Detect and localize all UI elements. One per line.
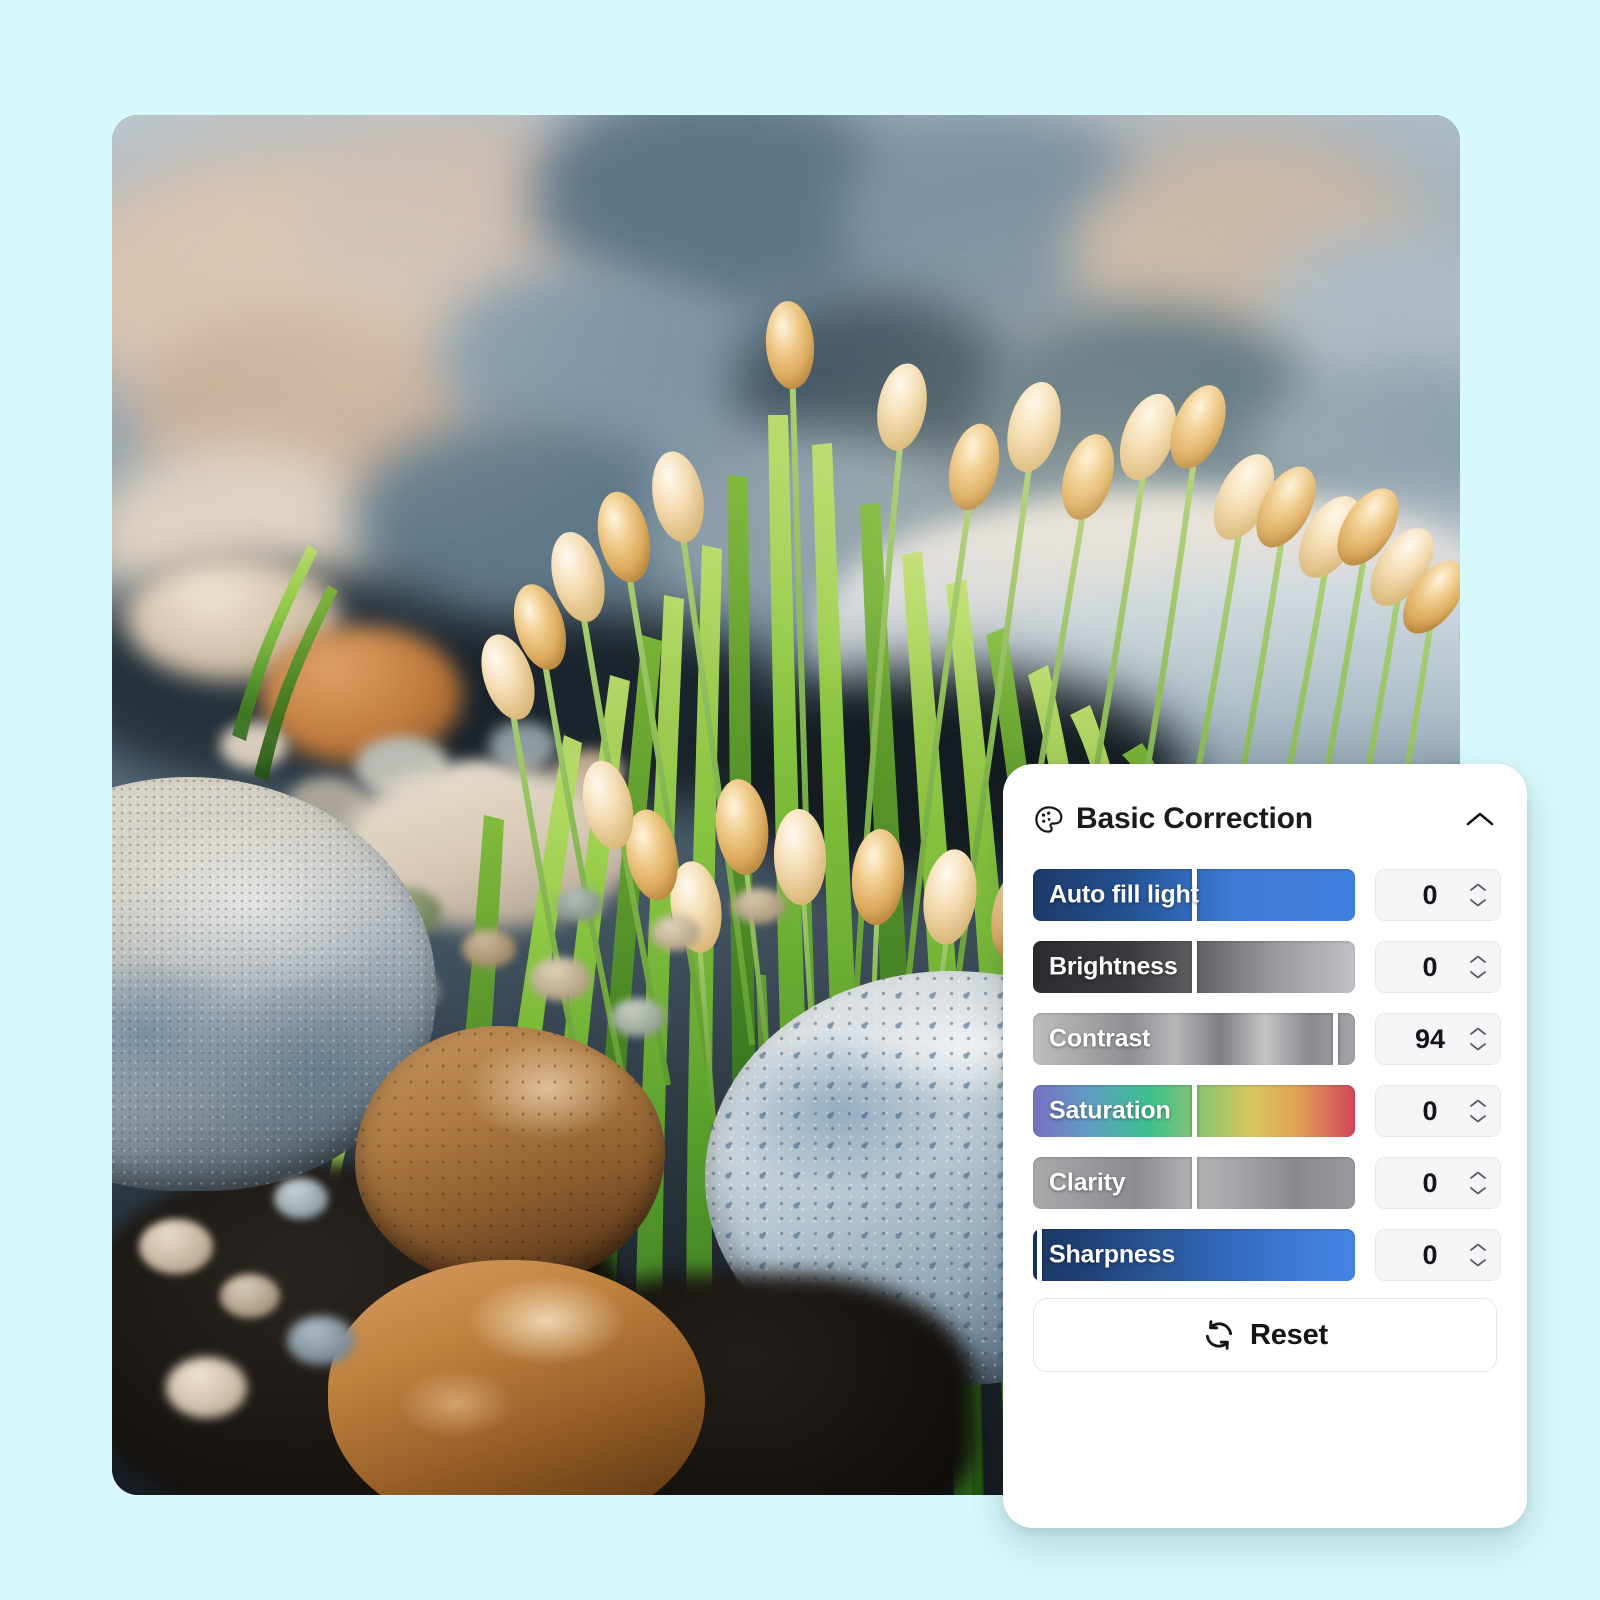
gravel-pebble <box>138 1219 214 1275</box>
basic-correction-panel: Basic Correction Auto fill light 0 Brigh… <box>1003 764 1527 1528</box>
value-stepper[interactable] <box>1468 1166 1488 1200</box>
chevron-down-small-icon <box>1470 971 1486 979</box>
value-text: 0 <box>1422 879 1438 910</box>
slider-brightness[interactable]: Brightness <box>1033 941 1355 993</box>
value-stepper[interactable] <box>1468 1238 1488 1272</box>
gravel-pebble <box>732 887 786 924</box>
slider-row-sharpness: Sharpness 0 <box>1033 1226 1501 1284</box>
value-stepper[interactable] <box>1468 950 1488 984</box>
slider-handle[interactable] <box>1333 1013 1339 1065</box>
chevron-up-small-icon <box>1470 1243 1486 1251</box>
collapse-panel-button[interactable] <box>1463 802 1497 836</box>
value-input-auto-fill-light[interactable]: 0 <box>1375 869 1501 921</box>
slider-clarity[interactable]: Clarity <box>1033 1157 1355 1209</box>
gravel-pebble <box>273 1177 328 1219</box>
value-input-sharpness[interactable]: 0 <box>1375 1229 1501 1281</box>
chevron-down-small-icon <box>1470 1043 1486 1051</box>
value-input-contrast[interactable]: 94 <box>1375 1013 1501 1065</box>
value-input-brightness[interactable]: 0 <box>1375 941 1501 993</box>
chevron-down-small-icon <box>1470 1115 1486 1123</box>
slider-contrast[interactable]: Contrast <box>1033 1013 1355 1065</box>
slider-row-saturation: Saturation 0 <box>1033 1082 1501 1140</box>
palette-icon <box>1035 805 1063 833</box>
chevron-down-small-icon <box>1470 899 1486 907</box>
slider-handle[interactable] <box>1191 1085 1197 1137</box>
stone-brown <box>354 1025 665 1289</box>
chevron-down-small-icon <box>1470 1259 1486 1267</box>
value-input-clarity[interactable]: 0 <box>1375 1157 1501 1209</box>
slider-label: Brightness <box>1049 952 1178 981</box>
slider-handle[interactable] <box>1037 1229 1042 1281</box>
gravel-pebble <box>165 1357 247 1418</box>
slider-handle[interactable] <box>1191 1157 1197 1209</box>
slider-handle[interactable] <box>1191 869 1197 921</box>
chevron-up-small-icon <box>1470 1171 1486 1179</box>
slider-row-brightness: Brightness 0 <box>1033 938 1501 996</box>
slider-label: Clarity <box>1049 1168 1126 1197</box>
slider-label: Saturation <box>1049 1096 1171 1125</box>
slider-label: Auto fill light <box>1049 880 1199 909</box>
gravel-pebble <box>287 1315 355 1366</box>
chevron-up-small-icon <box>1470 955 1486 963</box>
slider-label: Contrast <box>1049 1024 1151 1053</box>
gravel-pebble <box>556 887 603 921</box>
slider-handle[interactable] <box>1191 941 1197 993</box>
value-stepper[interactable] <box>1468 1094 1488 1128</box>
value-input-saturation[interactable]: 0 <box>1375 1085 1501 1137</box>
chevron-up-small-icon <box>1470 883 1486 891</box>
slider-label: Sharpness <box>1049 1240 1176 1269</box>
chevron-down-small-icon <box>1470 1187 1486 1195</box>
slider-row-auto-fill-light: Auto fill light 0 <box>1033 866 1501 924</box>
value-text: 94 <box>1414 1023 1446 1054</box>
value-text: 0 <box>1422 1095 1438 1126</box>
value-text: 0 <box>1422 951 1438 982</box>
panel-title: Basic Correction <box>1076 802 1313 835</box>
reset-label: Reset <box>1250 1318 1328 1351</box>
gravel-pebble <box>610 998 665 1037</box>
slider-auto-fill-light[interactable]: Auto fill light <box>1033 869 1355 921</box>
panel-header: Basic Correction <box>1033 794 1497 844</box>
value-text: 0 <box>1422 1167 1438 1198</box>
reset-button[interactable]: Reset <box>1033 1298 1497 1372</box>
chevron-up-icon <box>1466 812 1494 826</box>
chevron-up-small-icon <box>1470 1027 1486 1035</box>
value-text: 0 <box>1422 1239 1438 1270</box>
gravel-pebble <box>529 956 591 1001</box>
chevron-up-small-icon <box>1470 1099 1486 1107</box>
slider-row-contrast: Contrast 94 <box>1033 1010 1501 1068</box>
slider-row-clarity: Clarity 0 <box>1033 1154 1501 1212</box>
value-stepper[interactable] <box>1468 878 1488 912</box>
refresh-icon <box>1205 1320 1233 1350</box>
value-stepper[interactable] <box>1468 1022 1488 1056</box>
slider-saturation[interactable]: Saturation <box>1033 1085 1355 1137</box>
gravel-pebble <box>651 915 700 952</box>
slider-sharpness[interactable]: Sharpness <box>1033 1229 1355 1281</box>
gravel-pebble <box>462 929 517 968</box>
